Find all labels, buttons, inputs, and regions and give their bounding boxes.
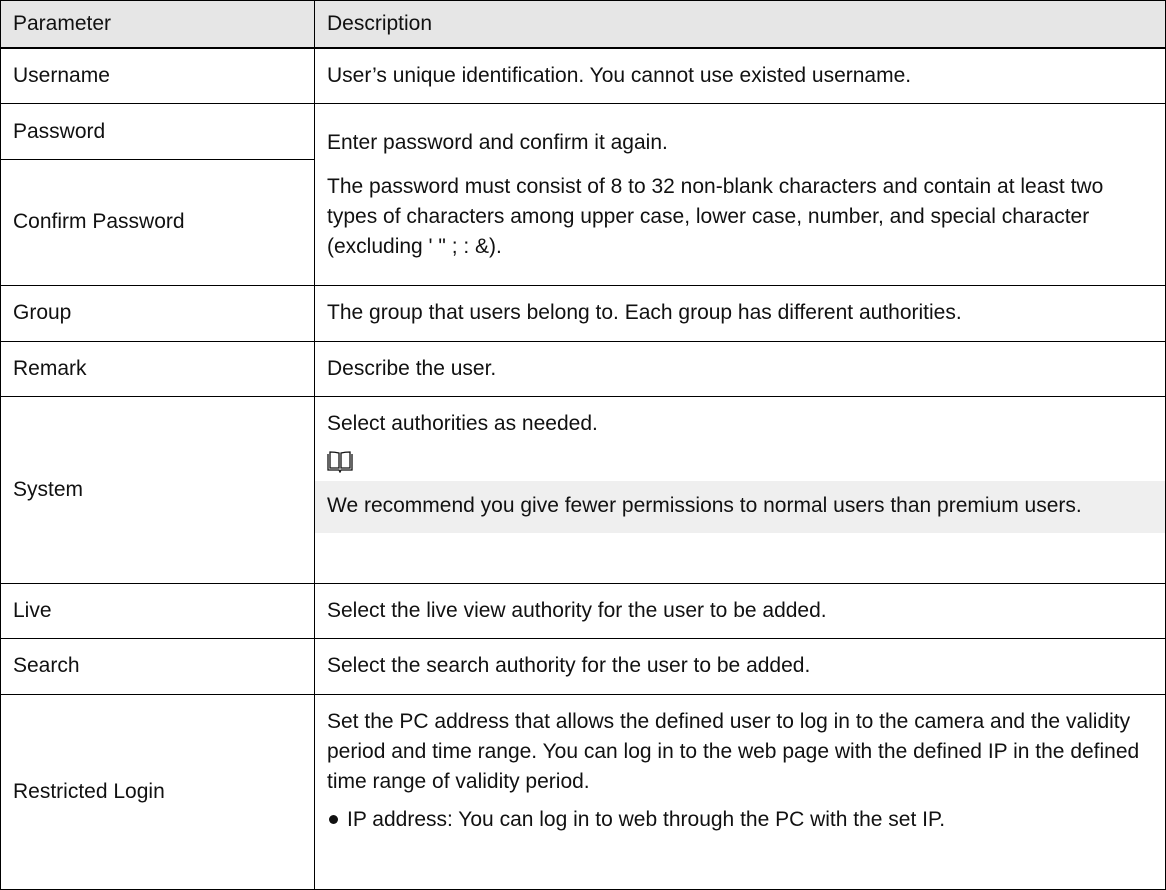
param-confirm-password: Confirm Password [0,158,315,287]
desc-search: Select the search authority for the user… [314,638,1166,695]
param-restricted-login: Restricted Login [0,693,315,890]
parameter-table: Parameter Description Username User’s un… [0,0,1166,890]
system-note: We recommend you give fewer permissions … [327,493,1082,517]
password-desc-line1: Enter password and confirm it again. [327,130,668,154]
header-description: Description [314,0,1166,49]
table-row: Group The group that users belong to. Ea… [0,285,1166,342]
book-icon [327,451,353,473]
restricted-login-desc: Set the PC address that allows the defin… [327,709,1140,793]
table-row: Restricted Login Set the PC address that… [0,693,1166,890]
note-box: We recommend you give fewer permissions … [315,480,1165,533]
table-row: Search Select the search authority for t… [0,638,1166,695]
list-item: IP address: You can log in to web throug… [327,805,1153,835]
desc-group: The group that users belong to. Each gro… [314,285,1166,342]
desc-username: User’s unique identification. You cannot… [314,47,1166,105]
table-row: Remark Describe the user. [0,340,1166,397]
table-row: Live Select the live view authority for … [0,582,1166,640]
param-password: Password [0,103,315,160]
system-desc: Select authorities as needed. [327,411,598,435]
table-row: Password Enter password and confirm it a… [0,103,1166,287]
header-parameter: Parameter [0,0,315,49]
password-desc-line2: The password must consist of 8 to 32 non… [327,174,1104,258]
param-live: Live [0,582,315,640]
desc-password: Enter password and confirm it again. The… [314,103,1166,287]
table-row: System Select authorities as needed. We … [0,395,1166,584]
param-group: Group [0,285,315,342]
table-header-row: Parameter Description [0,0,1166,49]
desc-restricted-login: Set the PC address that allows the defin… [314,693,1166,890]
bullet-icon [329,814,338,824]
desc-system: Select authorities as needed. We recomme… [314,395,1166,584]
desc-remark: Describe the user. [314,340,1166,397]
restricted-login-bullet: IP address: You can log in to web throug… [347,807,946,831]
table-row: Username User’s unique identification. Y… [0,47,1166,105]
param-system: System [0,395,315,584]
desc-live: Select the live view authority for the u… [314,582,1166,640]
param-search: Search [0,638,315,695]
param-username: Username [0,47,315,105]
param-remark: Remark [0,340,315,397]
